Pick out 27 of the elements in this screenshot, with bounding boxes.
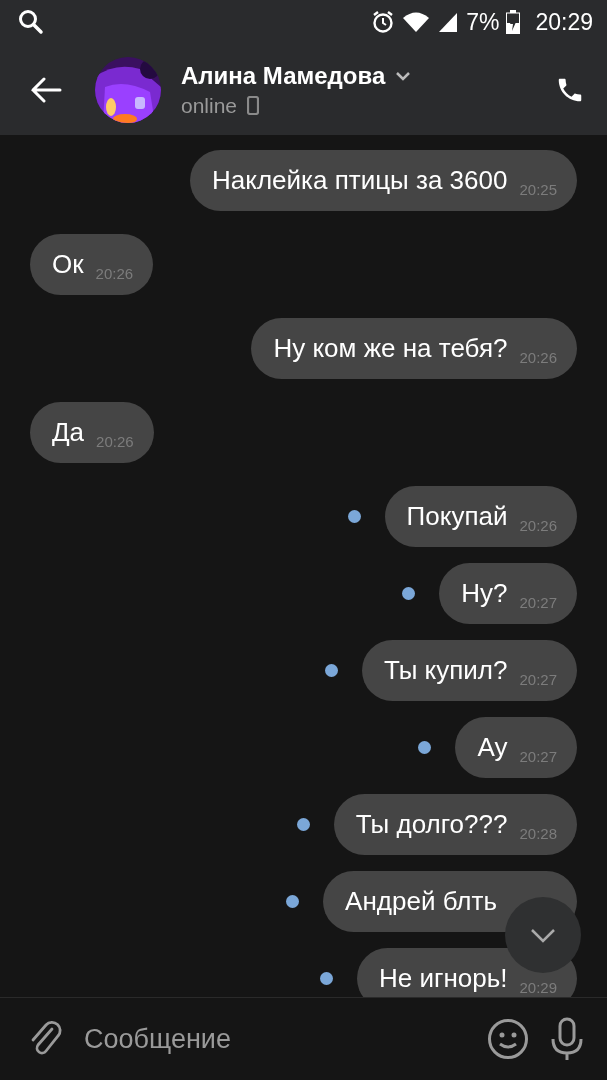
back-arrow-icon[interactable] bbox=[30, 76, 62, 103]
phone-device-icon bbox=[247, 96, 260, 115]
clock: 20:29 bbox=[535, 8, 593, 36]
contact-name[interactable]: Алина Мамедова bbox=[181, 61, 386, 90]
emoji-icon[interactable] bbox=[487, 1018, 529, 1060]
microphone-icon[interactable] bbox=[549, 1017, 585, 1061]
message-text: Да bbox=[52, 417, 85, 448]
message-input[interactable]: Сообщение bbox=[84, 1023, 467, 1055]
message-text: Андрей блть bbox=[345, 886, 497, 917]
wifi-icon bbox=[402, 11, 431, 33]
online-status: online bbox=[181, 93, 238, 118]
battery-icon bbox=[506, 10, 521, 34]
message-text: Не игнорь! bbox=[378, 963, 508, 994]
message-text: Ну ком же на тебя? bbox=[273, 333, 508, 364]
alarm-icon bbox=[371, 10, 396, 34]
message-text: Ты долго??? bbox=[355, 809, 508, 840]
message-text: Ау bbox=[477, 732, 508, 763]
chevron-down-icon bbox=[530, 927, 556, 943]
message-text: Наклейка птицы за 3600 bbox=[212, 165, 508, 196]
signal-icon bbox=[437, 11, 460, 33]
message-text: Ты купил? bbox=[383, 655, 508, 686]
message-text: Покупай bbox=[406, 501, 508, 532]
chevron-down-icon[interactable] bbox=[395, 70, 412, 81]
message-text: Ну? bbox=[461, 578, 508, 609]
message-text: Ок bbox=[52, 249, 84, 280]
search-icon[interactable] bbox=[18, 9, 44, 35]
battery-percent: 7% bbox=[466, 8, 500, 36]
